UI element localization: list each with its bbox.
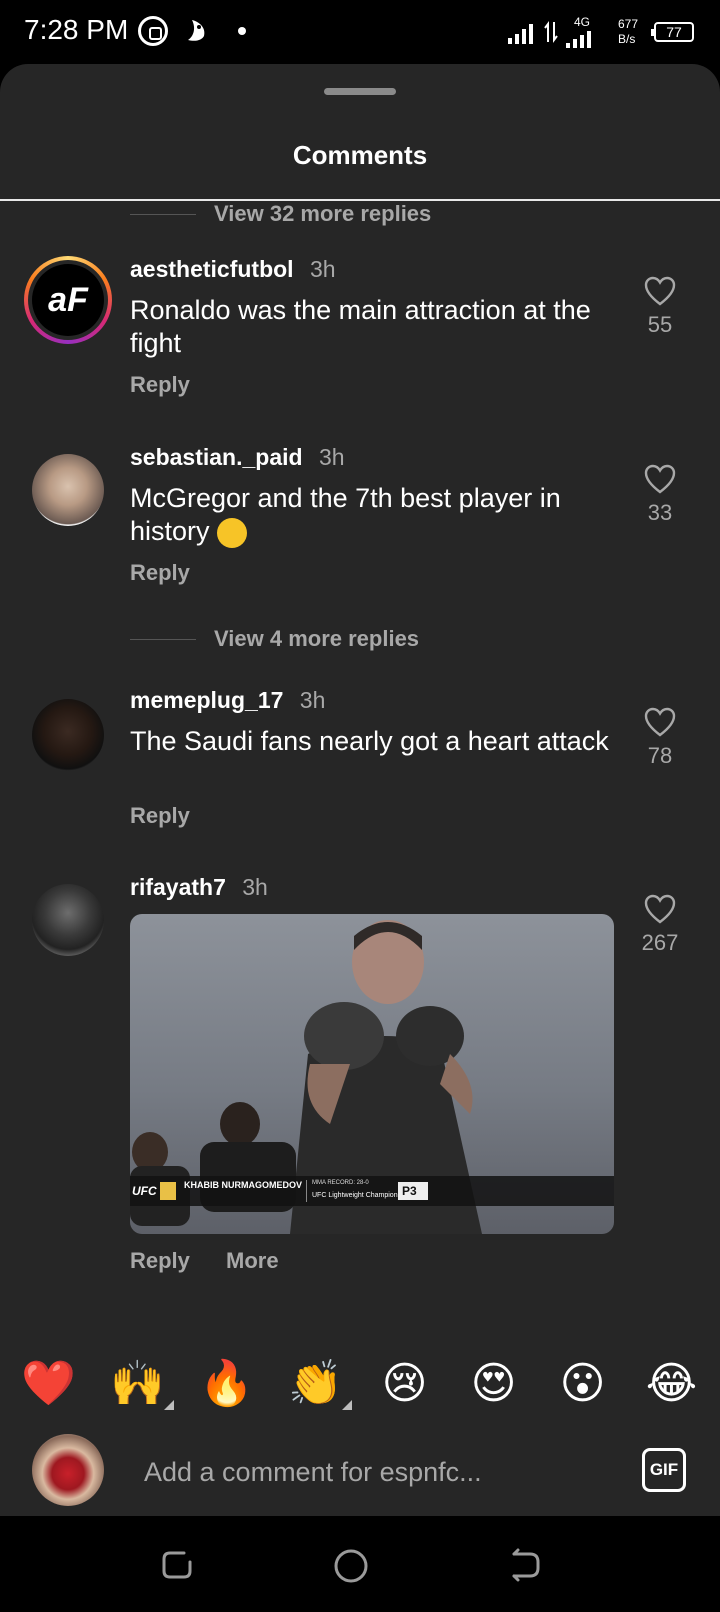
like-control: 55	[636, 276, 684, 338]
comment-meta: rifayath7 3h	[130, 874, 268, 901]
gif-button[interactable]: GIF	[642, 1448, 686, 1492]
view-more-replies-label: View 32 more replies	[214, 201, 432, 226]
status-time: 7:28 PM	[24, 14, 129, 45]
gif-record-label: MMA RECORD: 28-0	[312, 1180, 369, 1186]
reply-button[interactable]: Reply	[130, 560, 190, 585]
view-more-replies-button[interactable]: View 4 more replies	[130, 624, 419, 654]
gif-league-label: UFC	[132, 1184, 157, 1198]
skin-tone-indicator-icon	[163, 1400, 174, 1410]
comment-username[interactable]: aestheticfutbol	[130, 256, 294, 282]
back-icon[interactable]	[508, 1548, 542, 1582]
reply-button[interactable]: Reply	[130, 372, 190, 397]
raising-hands-emoji-icon[interactable]: 🙌	[108, 1359, 174, 1410]
comment-composer: GIF	[0, 1424, 720, 1516]
comment-input[interactable]	[144, 1452, 604, 1492]
comment-text: Ronaldo was the main attraction at the f…	[130, 295, 591, 358]
crying-face-emoji-icon[interactable]: 😢	[375, 1362, 435, 1406]
skin-tone-indicator-icon	[341, 1400, 352, 1410]
current-user-avatar[interactable]	[32, 1434, 104, 1506]
emoji-quick-bar: ❤️ 🙌 🔥 👏 😢 😍 😮 😂	[0, 1334, 720, 1434]
reply-button[interactable]: Reply	[130, 1248, 190, 1273]
comment-time: 3h	[242, 874, 268, 900]
comment-meta: aestheticfutbol 3h	[130, 256, 336, 283]
comment-actions: Reply	[130, 560, 220, 586]
like-count: 55	[647, 312, 673, 337]
smiling-face-emoji-icon	[217, 517, 248, 548]
comment-time: 3h	[299, 687, 326, 713]
page-title: Comments	[292, 140, 428, 170]
red-heart-emoji-icon[interactable]: ❤️	[19, 1362, 79, 1406]
reply-button[interactable]: Reply	[130, 803, 190, 828]
replies-line	[130, 638, 196, 640]
comment-text: The Saudi fans nearly got a heart attack	[130, 726, 609, 756]
comment-username[interactable]: memeplug_17	[130, 687, 283, 713]
recent-apps-icon[interactable]	[160, 1548, 194, 1582]
battery-icon: 77	[651, 22, 694, 42]
fire-emoji-icon[interactable]: 🔥	[197, 1362, 257, 1406]
heart-icon[interactable]	[644, 894, 676, 924]
speed-unit: B/s	[618, 32, 636, 46]
gif-title-label: UFC Lightweight Champion	[312, 1192, 398, 1199]
home-icon[interactable]	[333, 1548, 369, 1584]
comment-gif[interactable]: UFC KHABIB NURMAGOMEDOV MMA RECORD: 28-0…	[130, 914, 614, 1234]
like-control: 267	[636, 894, 684, 956]
heart-icon[interactable]	[644, 276, 676, 306]
like-count: 33	[647, 500, 673, 525]
heart-icon[interactable]	[644, 707, 676, 737]
comment-time: 3h	[318, 444, 345, 470]
avatar[interactable]	[32, 884, 104, 956]
avatar[interactable]	[32, 454, 104, 526]
avatar[interactable]: aF	[24, 256, 112, 344]
data-transfer-icon	[544, 21, 558, 43]
speed-value: 677	[618, 17, 639, 31]
comment-meta: memeplug_17 3h	[130, 687, 325, 714]
comment-username[interactable]: rifayath7	[130, 874, 226, 900]
heart-icon[interactable]	[644, 464, 676, 494]
view-more-replies-label: View 4 more replies	[214, 626, 420, 651]
clapping-hands-emoji-glyph: 👏	[288, 1359, 343, 1408]
comment-meta: sebastian._paid 3h	[130, 444, 345, 471]
gif-sponsor-label: P3	[402, 1184, 417, 1198]
system-navigation-bar	[0, 1516, 720, 1612]
comment-actions: Reply	[130, 372, 220, 398]
clapping-hands-emoji-icon[interactable]: 👏	[286, 1359, 352, 1410]
notification-app-icon	[188, 20, 205, 41]
comment-text-content: McGregor and the 7th best player in hist…	[130, 483, 561, 546]
aestheticfutbol-logo: aF	[32, 264, 104, 336]
signal-icon-2	[566, 26, 591, 48]
surprised-face-emoji-icon[interactable]: 😮	[553, 1362, 613, 1406]
more-button[interactable]: More	[226, 1248, 279, 1273]
like-control: 78	[636, 707, 684, 769]
raising-hands-emoji-glyph: 🙌	[110, 1359, 165, 1408]
whatsapp-icon	[138, 16, 168, 46]
like-count: 267	[641, 930, 679, 955]
view-more-replies-button[interactable]: View 32 more replies	[130, 199, 431, 229]
heart-eyes-emoji-icon[interactable]: 😍	[464, 1362, 524, 1406]
like-count: 78	[647, 743, 673, 768]
notification-dot-icon	[238, 27, 246, 35]
signal-icon	[508, 22, 533, 44]
replies-line	[130, 213, 196, 215]
comment-actions: Reply More	[130, 1248, 309, 1274]
comment-username[interactable]: sebastian._paid	[130, 444, 303, 470]
comment-time: 3h	[309, 256, 336, 282]
comments-sheet: Comments View 32 more replies aF aesthet…	[0, 64, 720, 1516]
drag-handle[interactable]	[324, 88, 396, 95]
comment-actions: Reply	[130, 803, 220, 829]
tears-of-joy-emoji-icon[interactable]: 😂	[642, 1362, 702, 1406]
comment-text: McGregor and the 7th best player in hist…	[130, 482, 610, 548]
gif-fighter-label: KHABIB NURMAGOMEDOV	[184, 1180, 302, 1190]
like-control: 33	[636, 464, 684, 526]
avatar[interactable]	[32, 699, 104, 771]
status-bar: 7:28 PM 4G 677 B/s 77	[0, 0, 720, 64]
